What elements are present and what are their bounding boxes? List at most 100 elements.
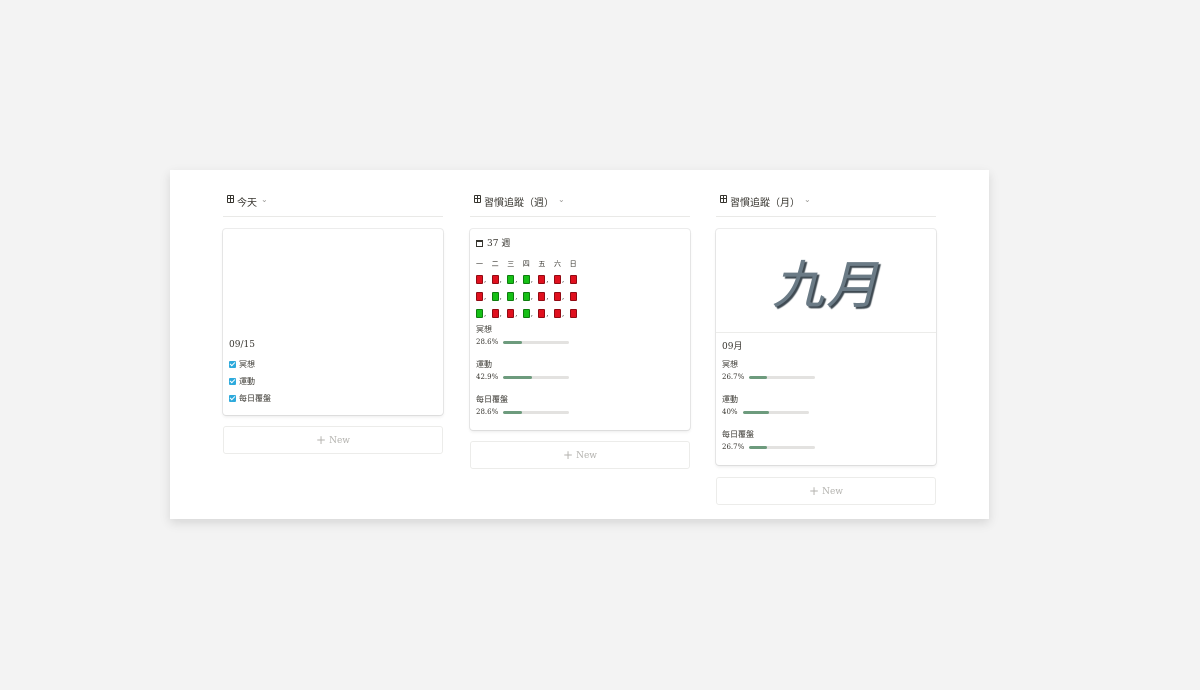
- habit-squares: ,,,,,,,,,,,,,,,,,,: [476, 271, 585, 322]
- view-tab-today[interactable]: 今天 ⌄: [223, 194, 443, 217]
- new-card-button[interactable]: + New: [716, 477, 936, 505]
- separator: ,: [515, 293, 518, 301]
- view-tab-monthly[interactable]: 習慣追蹤（月） ⌄: [716, 194, 936, 217]
- weekday-label: 日: [569, 260, 577, 268]
- monthly-card[interactable]: 九月 09月 冥想 26.7% 運動 40% 每日覆盤 26.7%: [716, 229, 936, 465]
- separator: ,: [561, 293, 565, 301]
- view-title: 習慣追蹤（週）: [484, 198, 554, 209]
- separator: ,: [515, 276, 518, 284]
- new-label: New: [822, 487, 843, 497]
- weekday-label: 二: [491, 260, 499, 268]
- habit-row: ,,,,,,: [476, 271, 585, 288]
- view-tab-weekly[interactable]: 習慣追蹤（週） ⌄: [470, 194, 690, 217]
- new-label: New: [576, 451, 597, 461]
- habit-done-square: [491, 292, 499, 301]
- table-icon: [474, 195, 481, 203]
- today-card[interactable]: 09/15 冥想 運動 每日覆盤: [223, 229, 443, 415]
- card-date: 09/15: [229, 340, 255, 350]
- progress-bar: [503, 375, 570, 379]
- new-card-button[interactable]: + New: [223, 426, 443, 454]
- habit-missed-square: [476, 275, 483, 284]
- plus-icon: +: [809, 484, 820, 498]
- progress-bar-fill: [503, 375, 532, 379]
- checklist-label: 冥想: [239, 360, 255, 369]
- stat-label: 運動: [476, 360, 492, 369]
- week-title-text: 37 週: [487, 239, 511, 249]
- stat-label: 冥想: [722, 360, 738, 369]
- weekday-header: 一二三四五六日: [476, 259, 585, 271]
- view-title: 習慣追蹤（月）: [730, 198, 800, 209]
- checklist-item[interactable]: 每日覆盤: [229, 390, 271, 407]
- separator: ,: [484, 276, 487, 284]
- habit-row: ,,,,,,: [476, 305, 585, 322]
- new-card-button[interactable]: + New: [470, 441, 690, 469]
- checklist: 冥想 運動 每日覆盤: [229, 356, 271, 407]
- separator: ,: [530, 276, 534, 284]
- habit-done-square: [476, 309, 483, 318]
- stat-block: 冥想 28.6%: [476, 324, 570, 346]
- stat-block: 每日覆盤 26.7%: [722, 429, 816, 451]
- weekly-card[interactable]: 37 週 一二三四五六日 ,,,,,,,,,,,,,,,,,, 冥想 28.6% 運…: [470, 229, 690, 430]
- stat-progress: 40%: [722, 408, 815, 416]
- separator: ,: [561, 310, 565, 318]
- progress-bar: [749, 375, 816, 379]
- table-icon: [227, 195, 234, 203]
- chevron-down-icon[interactable]: ⌄: [261, 194, 268, 206]
- separator: ,: [484, 310, 487, 318]
- separator: ,: [546, 293, 549, 301]
- habit-missed-square: [553, 275, 561, 284]
- chevron-down-icon[interactable]: ⌄: [804, 194, 811, 206]
- stat-progress: 28.6%: [476, 338, 570, 346]
- progress-bar: [742, 410, 809, 414]
- stat-percent: 26.7%: [722, 373, 745, 381]
- plus-icon: +: [563, 448, 574, 462]
- weekday-label: 四: [522, 260, 530, 268]
- stat-label: 運動: [722, 395, 738, 404]
- progress-bar-fill: [503, 340, 523, 344]
- habit-missed-square: [569, 309, 577, 318]
- month-title: 09月: [722, 342, 743, 352]
- chevron-down-icon[interactable]: ⌄: [558, 194, 565, 206]
- separator: ,: [530, 310, 534, 318]
- separator: ,: [530, 293, 534, 301]
- stat-percent: 28.6%: [476, 338, 499, 346]
- weekday-label: 三: [507, 260, 515, 268]
- habit-missed-square: [569, 292, 577, 301]
- week-title: 37 週: [476, 236, 510, 249]
- table-icon: [720, 195, 727, 203]
- separator: ,: [546, 276, 549, 284]
- stat-block: 運動 42.9%: [476, 359, 570, 381]
- habit-missed-square: [569, 275, 577, 284]
- stat-progress: 28.6%: [476, 408, 570, 416]
- stat-progress: 26.7%: [722, 443, 816, 451]
- habit-missed-square: [538, 275, 546, 284]
- habit-done-square: [522, 309, 530, 318]
- weekday-label: 一: [476, 260, 483, 268]
- checklist-label: 運動: [239, 377, 255, 386]
- progress-bar-fill: [503, 410, 523, 414]
- weekly-stats: 冥想 28.6% 運動 42.9% 每日覆盤 28.6%: [476, 324, 570, 429]
- view-title: 今天: [237, 198, 257, 209]
- habit-missed-square: [476, 292, 483, 301]
- stat-block: 運動 40%: [722, 394, 815, 416]
- stat-progress: 26.7%: [722, 373, 816, 381]
- weekday-label: 五: [538, 260, 546, 268]
- checkbox-checked-icon[interactable]: [229, 361, 236, 368]
- checklist-item[interactable]: 冥想: [229, 356, 271, 373]
- stat-block: 冥想 26.7%: [722, 359, 816, 381]
- board-view: 今天 ⌄ 09/15 冥想 運動 每日覆盤 + New 習慣追蹤（週） ⌄ 37…: [170, 170, 989, 519]
- habit-missed-square: [538, 292, 546, 301]
- new-label: New: [329, 436, 350, 446]
- habit-missed-square: [491, 309, 499, 318]
- stat-percent: 28.6%: [476, 408, 499, 416]
- separator: ,: [546, 310, 549, 318]
- cover-text: 九月: [771, 256, 880, 316]
- stat-progress: 42.9%: [476, 373, 570, 381]
- card-cover: 九月: [716, 229, 936, 333]
- checkbox-checked-icon[interactable]: [229, 395, 236, 402]
- habit-done-square: [522, 292, 530, 301]
- habit-missed-square: [507, 309, 515, 318]
- checklist-item[interactable]: 運動: [229, 373, 271, 390]
- habit-missed-square: [538, 309, 546, 318]
- checkbox-checked-icon[interactable]: [229, 378, 236, 385]
